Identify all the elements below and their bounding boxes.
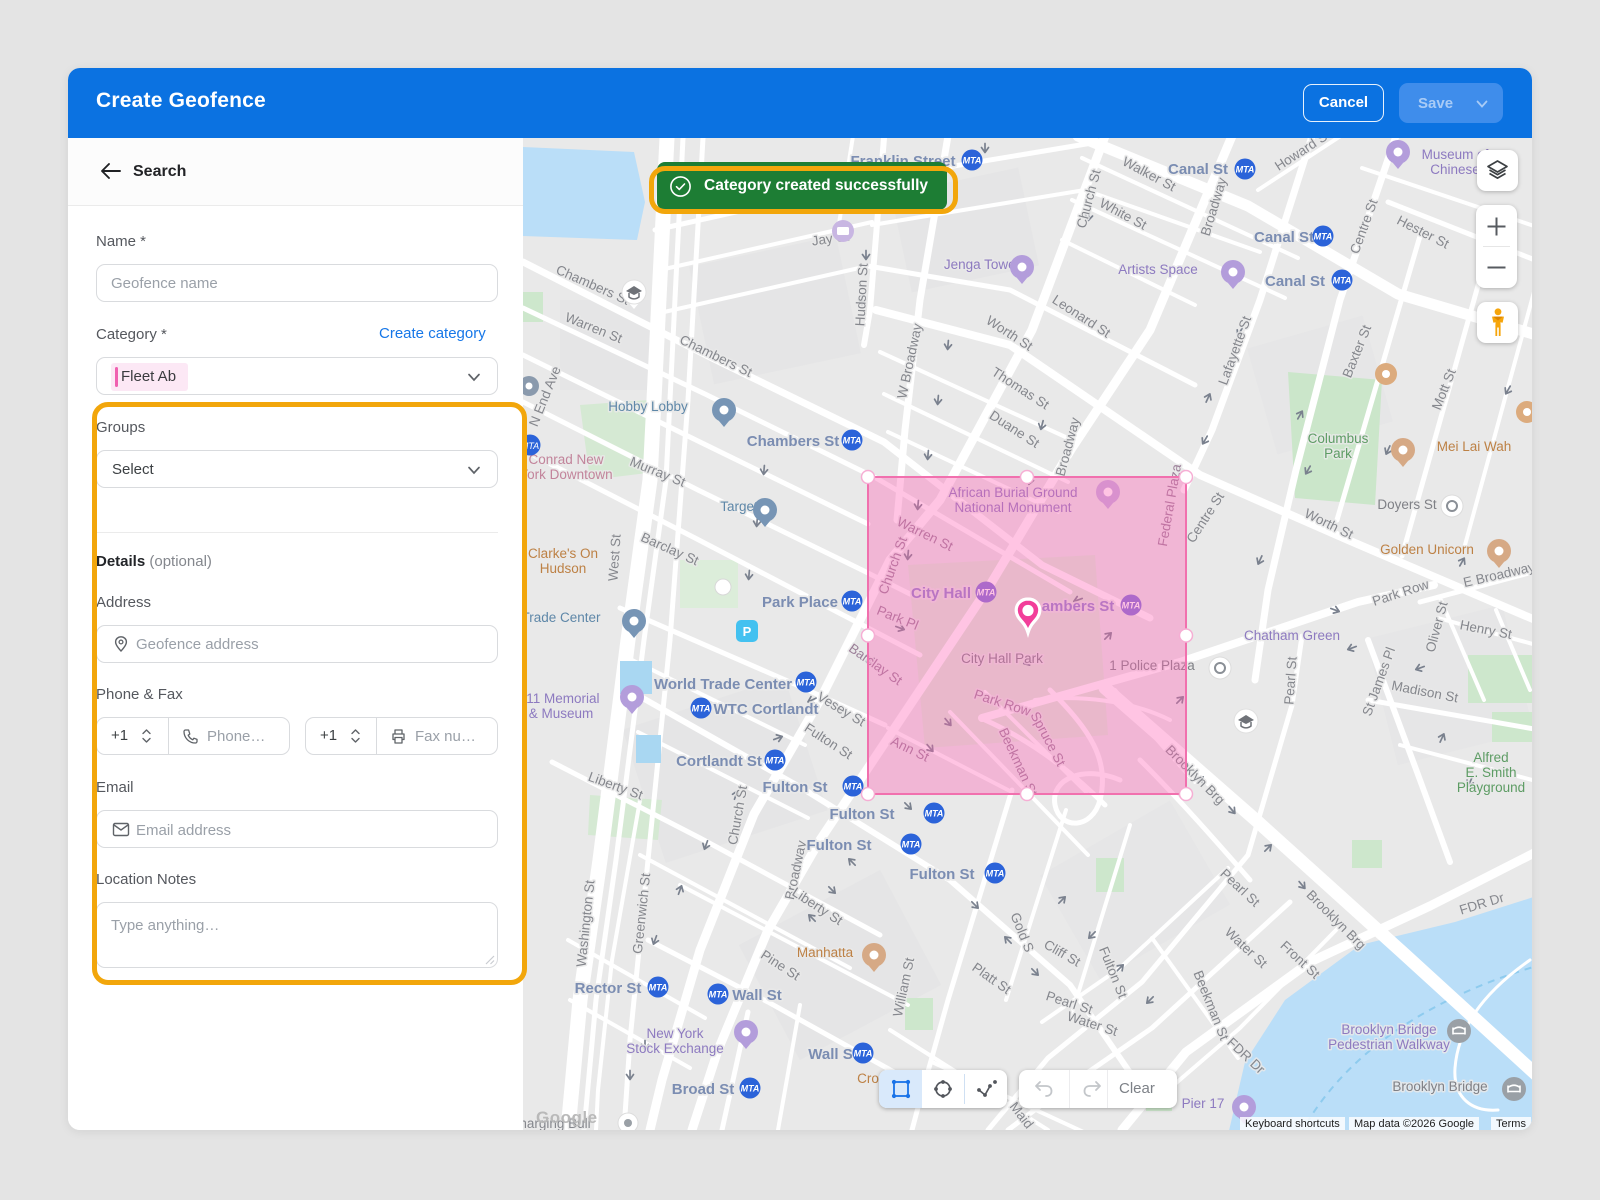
- svg-text:MTA: MTA: [986, 869, 1005, 879]
- svg-text:Brooklyn Bridge: Brooklyn Bridge: [1392, 1079, 1487, 1094]
- svg-text:Chatham Green: Chatham Green: [1244, 628, 1340, 643]
- svg-text:Hudson: Hudson: [540, 561, 587, 576]
- svg-text:Alfred: Alfred: [1473, 750, 1508, 765]
- svg-text:York Downtown: York Downtown: [523, 467, 613, 482]
- svg-text:Cro: Cro: [857, 1071, 879, 1086]
- svg-text:Canal St: Canal St: [1265, 273, 1325, 290]
- svg-text:Manhatta: Manhatta: [797, 945, 854, 960]
- svg-text:MTA: MTA: [1333, 276, 1352, 286]
- svg-text:Pedestrian Walkway: Pedestrian Walkway: [1328, 1037, 1450, 1052]
- svg-text:Doyers St: Doyers St: [1377, 497, 1437, 512]
- svg-text:MTA: MTA: [523, 441, 539, 451]
- svg-text:Rector St: Rector St: [575, 980, 642, 997]
- svg-text:Brooklyn Bridge: Brooklyn Bridge: [1341, 1022, 1436, 1037]
- svg-text:Clarke's On: Clarke's On: [528, 546, 598, 561]
- svg-text:WTC Cortlandt: WTC Cortlandt: [714, 701, 819, 718]
- svg-text:MTA: MTA: [1314, 232, 1333, 242]
- svg-text:Wall St: Wall St: [732, 987, 781, 1004]
- svg-text:MTA: MTA: [902, 840, 921, 850]
- svg-text:MTA: MTA: [1236, 165, 1255, 175]
- svg-text:MTA: MTA: [709, 990, 728, 1000]
- svg-text:Fulton St: Fulton St: [830, 806, 895, 823]
- svg-text:MTA: MTA: [741, 1084, 760, 1094]
- svg-text:MTA: MTA: [692, 704, 711, 714]
- svg-text:MTA: MTA: [797, 678, 816, 688]
- svg-text:Conrad New: Conrad New: [528, 452, 603, 467]
- svg-text:MTA: MTA: [843, 597, 862, 607]
- svg-text:MTA: MTA: [925, 809, 944, 819]
- svg-text:Columbus: Columbus: [1308, 431, 1369, 446]
- svg-text:Park: Park: [1324, 446, 1352, 461]
- svg-text:Fulton St: Fulton St: [763, 779, 828, 796]
- svg-text:Chambers St: Chambers St: [747, 433, 840, 450]
- svg-text:Jenga Tower: Jenga Tower: [944, 257, 1021, 272]
- svg-text:Stock Exchange: Stock Exchange: [626, 1041, 724, 1056]
- svg-text:MTA: MTA: [766, 756, 785, 766]
- svg-text:& Museum: & Museum: [529, 706, 594, 721]
- svg-text:Canal St: Canal St: [1254, 229, 1314, 246]
- svg-text:MTA: MTA: [843, 436, 862, 446]
- svg-text:Fulton St: Fulton St: [807, 837, 872, 854]
- svg-text:MTA: MTA: [854, 1049, 873, 1059]
- svg-text:Playground: Playground: [1457, 780, 1525, 795]
- svg-text:Trade Center: Trade Center: [523, 610, 601, 625]
- svg-text:Broad St: Broad St: [672, 1081, 735, 1098]
- svg-text:Cortlandt St: Cortlandt St: [676, 753, 762, 770]
- svg-text:World Trade Center: World Trade Center: [654, 676, 792, 693]
- svg-text:Mei Lai Wah: Mei Lai Wah: [1437, 439, 1512, 454]
- svg-text:Fulton St: Fulton St: [910, 866, 975, 883]
- svg-text:Pier 17: Pier 17: [1182, 1096, 1225, 1111]
- svg-text:E. Smith: E. Smith: [1465, 765, 1516, 780]
- svg-text:Canal St: Canal St: [1168, 161, 1228, 178]
- svg-text:Park Place: Park Place: [762, 594, 838, 611]
- svg-text:Artists Space: Artists Space: [1118, 262, 1198, 277]
- svg-text:Golden Unicorn: Golden Unicorn: [1380, 542, 1474, 557]
- svg-text:Chinese: Chinese: [1430, 162, 1480, 177]
- svg-text:P: P: [743, 624, 752, 639]
- svg-text:MTA: MTA: [844, 782, 863, 792]
- svg-text:Hobby Lobby: Hobby Lobby: [608, 399, 688, 414]
- svg-text:MTA: MTA: [963, 156, 982, 166]
- svg-text:/11 Memorial: /11 Memorial: [523, 691, 600, 706]
- svg-text:New York: New York: [646, 1026, 703, 1041]
- svg-text:MTA: MTA: [649, 983, 668, 993]
- svg-text:Target: Target: [720, 499, 758, 514]
- svg-text:Wall St: Wall St: [808, 1046, 857, 1063]
